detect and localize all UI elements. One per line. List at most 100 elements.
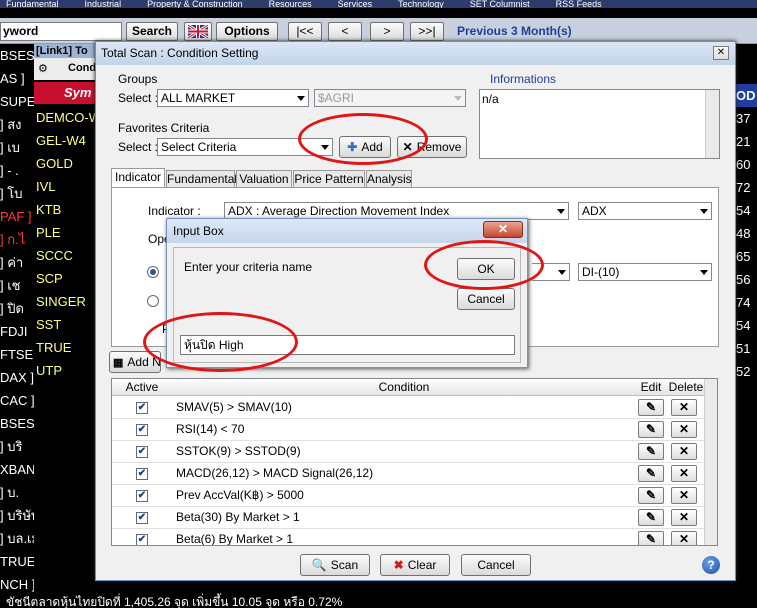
news-row[interactable]: ] - . bbox=[0, 159, 34, 182]
symbol-row[interactable]: SCP bbox=[34, 267, 96, 290]
active-checkbox[interactable]: ✔ bbox=[136, 490, 148, 502]
delete-x-icon[interactable]: ✕ bbox=[671, 443, 697, 460]
active-checkbox[interactable]: ✔ bbox=[136, 402, 148, 414]
edit-pencil-icon[interactable]: ✎ bbox=[638, 465, 664, 482]
top-menu-item[interactable]: SET Columnist bbox=[464, 0, 530, 8]
edit-pencil-icon[interactable]: ✎ bbox=[638, 421, 664, 438]
first-page-button[interactable]: |<< bbox=[288, 22, 322, 41]
sub-group-dropdown[interactable]: $AGRI bbox=[314, 89, 466, 107]
next-page-button[interactable]: > bbox=[370, 22, 404, 41]
news-row[interactable]: FDJI bbox=[0, 320, 34, 343]
top-menu-item[interactable]: Services bbox=[332, 0, 373, 8]
tab-price-pattern[interactable]: Price Pattern bbox=[293, 170, 365, 187]
symbol-row[interactable]: SCCC bbox=[34, 244, 96, 267]
top-menu-item[interactable]: Technology bbox=[392, 0, 444, 8]
news-row[interactable]: DAX ] bbox=[0, 366, 34, 389]
news-row[interactable]: AS ] bbox=[0, 67, 34, 90]
active-checkbox[interactable]: ✔ bbox=[136, 512, 148, 524]
informations-box[interactable]: n/a bbox=[479, 89, 720, 159]
top-menu-item[interactable]: Fundamental bbox=[0, 0, 59, 8]
top-menu-item[interactable]: RSS Feeds bbox=[550, 0, 602, 8]
news-row[interactable]: ] ค่า bbox=[0, 251, 34, 274]
tab-analysis[interactable]: Analysis bbox=[366, 170, 412, 187]
symbol-row[interactable]: GEL-W4 bbox=[34, 129, 96, 152]
news-row[interactable]: CAC ] bbox=[0, 389, 34, 412]
last-page-button[interactable]: >>| bbox=[410, 22, 444, 41]
operator-dropdown-tail[interactable] bbox=[532, 263, 570, 281]
news-row[interactable]: PAF ] bbox=[0, 205, 34, 228]
edit-pencil-icon[interactable]: ✎ bbox=[638, 443, 664, 460]
ok-button[interactable]: OK bbox=[457, 258, 515, 280]
di-dropdown[interactable]: DI-(10) bbox=[578, 263, 712, 281]
input-box-close-button[interactable]: ✕ bbox=[483, 221, 523, 238]
top-menu-item[interactable]: Property & Construction bbox=[141, 0, 243, 8]
delete-x-icon[interactable]: ✕ bbox=[671, 399, 697, 416]
news-row[interactable]: XBAN bbox=[0, 458, 34, 481]
top-menu-item[interactable]: Industrial bbox=[79, 0, 122, 8]
criteria-name-input[interactable]: หุ้นปิด High bbox=[180, 335, 515, 355]
keyword-input[interactable]: yword bbox=[0, 22, 122, 41]
uk-flag-icon[interactable] bbox=[184, 22, 212, 41]
scan-button[interactable]: 🔍 Scan bbox=[300, 554, 370, 576]
tab-valuation[interactable]: Valuation bbox=[236, 170, 292, 187]
active-checkbox[interactable]: ✔ bbox=[136, 468, 148, 480]
news-row[interactable]: ] ปิด bbox=[0, 297, 34, 320]
news-row[interactable]: FTSE bbox=[0, 343, 34, 366]
active-checkbox[interactable]: ✔ bbox=[136, 424, 148, 436]
news-row[interactable]: ] เช bbox=[0, 274, 34, 297]
news-row[interactable]: TRUE ] กลุ่มสื่อ bbox=[0, 550, 34, 573]
edit-pencil-icon[interactable]: ✎ bbox=[638, 487, 664, 504]
informations-scrollbar[interactable] bbox=[705, 90, 719, 158]
symbol-row[interactable]: IVL bbox=[34, 175, 96, 198]
edit-pencil-icon[interactable]: ✎ bbox=[638, 399, 664, 416]
active-checkbox[interactable]: ✔ bbox=[136, 534, 148, 545]
symbol-row[interactable]: DEMCO-W bbox=[34, 106, 101, 129]
news-row[interactable]: ] บริษัท วายแอ bbox=[0, 504, 34, 527]
symbol-row[interactable]: SST bbox=[34, 313, 96, 336]
input-cancel-button[interactable]: Cancel bbox=[457, 288, 515, 310]
news-row[interactable]: ] บ. bbox=[0, 481, 34, 504]
delete-x-icon[interactable]: ✕ bbox=[671, 531, 697, 545]
help-icon[interactable]: ? bbox=[702, 556, 720, 574]
prev-page-button[interactable]: < bbox=[328, 22, 362, 41]
symbol-row[interactable]: TRUE bbox=[34, 336, 96, 359]
news-row[interactable]: ] ก.ไ bbox=[0, 228, 34, 251]
symbol-row[interactable]: GOLD bbox=[34, 152, 96, 175]
symbol-row[interactable]: SINGER bbox=[34, 290, 96, 313]
delete-x-icon[interactable]: ✕ bbox=[671, 487, 697, 504]
add-condition-button[interactable]: ▦ Add N bbox=[109, 351, 161, 373]
delete-x-icon[interactable]: ✕ bbox=[671, 421, 697, 438]
symbol-row[interactable]: KTB bbox=[34, 198, 96, 221]
news-row[interactable]: ] สง bbox=[0, 113, 34, 136]
news-row[interactable]: ] โบ bbox=[0, 182, 34, 205]
news-row[interactable]: SUPE bbox=[0, 90, 34, 113]
news-row[interactable]: ] บล.เมย์แบงก์ bbox=[0, 527, 34, 550]
delete-x-icon[interactable]: ✕ bbox=[671, 509, 697, 526]
symbol-row[interactable]: PLE bbox=[34, 221, 96, 244]
radio-compare-value[interactable] bbox=[147, 295, 159, 307]
favorites-dropdown[interactable]: Select Criteria bbox=[157, 138, 333, 156]
radio-compare-indicator[interactable] bbox=[147, 266, 159, 278]
symbol-row[interactable]: UTP bbox=[34, 359, 96, 382]
options-button[interactable]: Options bbox=[216, 22, 278, 41]
tab-indicator[interactable]: Indicator bbox=[111, 168, 165, 187]
groups-dropdown[interactable]: ALL MARKET bbox=[157, 89, 309, 107]
grid-scrollbar[interactable] bbox=[704, 379, 717, 545]
active-checkbox[interactable]: ✔ bbox=[136, 446, 148, 458]
add-favorite-button[interactable]: ✚ Add bbox=[339, 136, 391, 158]
tab-fundamental[interactable]: Fundamental bbox=[166, 170, 237, 187]
remove-favorite-button[interactable]: ✕ Remove bbox=[397, 136, 467, 158]
delete-x-icon[interactable]: ✕ bbox=[671, 465, 697, 482]
news-row[interactable]: BSES bbox=[0, 44, 34, 67]
news-row[interactable]: BSES bbox=[0, 412, 34, 435]
dialog-close-button[interactable]: ✕ bbox=[713, 46, 729, 60]
edit-pencil-icon[interactable]: ✎ bbox=[638, 531, 664, 545]
cancel-button[interactable]: Cancel bbox=[461, 554, 531, 576]
news-row[interactable]: ] บริ bbox=[0, 435, 34, 458]
search-button[interactable]: Search bbox=[126, 22, 178, 41]
news-row[interactable]: ] เบ bbox=[0, 136, 34, 159]
top-menu-item[interactable]: Resources bbox=[263, 0, 312, 8]
clear-button[interactable]: ✖ Clear bbox=[380, 554, 450, 576]
indicator-short-dropdown[interactable]: ADX bbox=[578, 202, 712, 220]
edit-pencil-icon[interactable]: ✎ bbox=[638, 509, 664, 526]
